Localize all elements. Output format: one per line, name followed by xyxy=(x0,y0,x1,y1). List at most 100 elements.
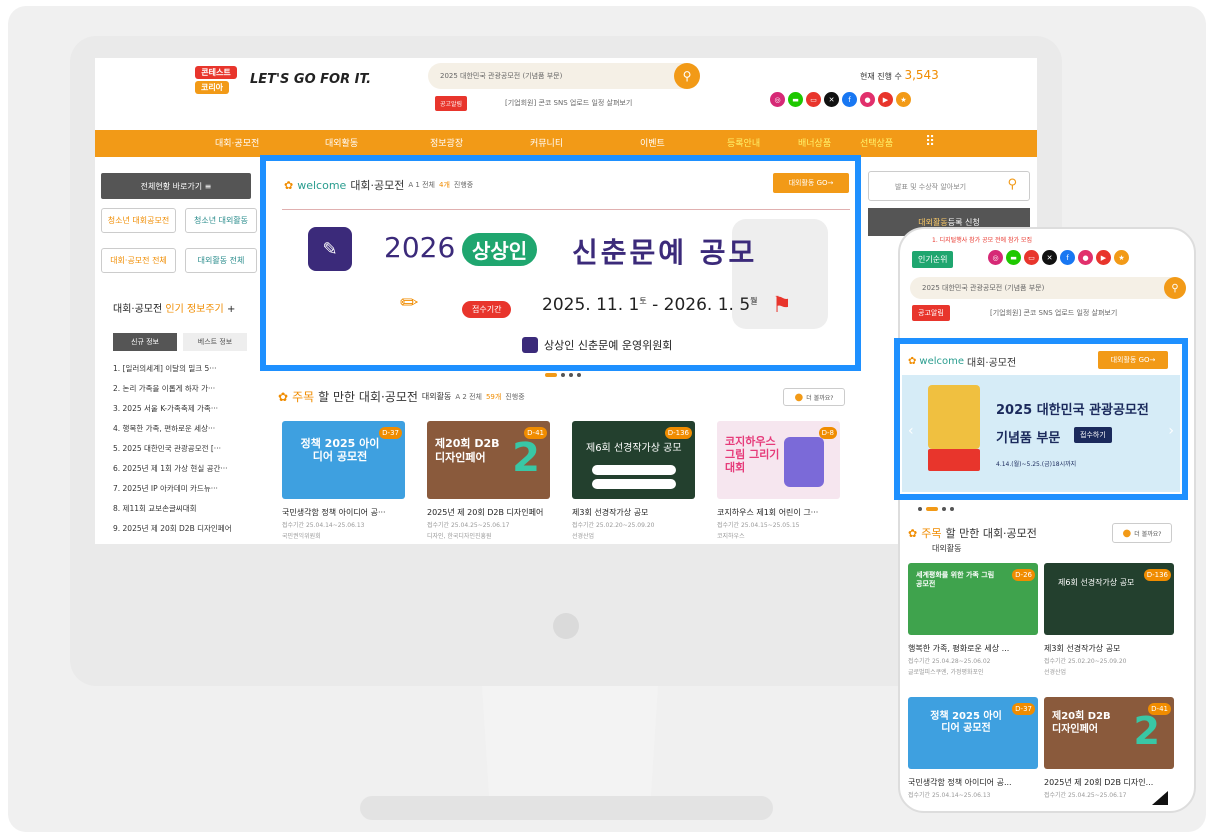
person-icon: ⚑ xyxy=(772,293,792,318)
site-logo[interactable]: 콘테스트 코리아 xyxy=(195,66,239,98)
dday-badge: D-136 xyxy=(1143,569,1171,581)
mobile-popular-badge[interactable]: 인기순위 xyxy=(912,251,954,268)
mobile-notice-badge: 공고알림 xyxy=(912,305,950,321)
souvenir-box xyxy=(928,449,980,471)
carousel-dot[interactable] xyxy=(561,373,565,377)
nav-select[interactable]: 선택상품 xyxy=(860,136,893,149)
list-item[interactable]: 6. 2025년 제 1회 가상 현실 공간··· xyxy=(113,463,253,483)
quick-youth-activity[interactable]: 청소년 대외활동 xyxy=(185,208,257,233)
mobile-featured-accent: 주목 xyxy=(921,527,942,540)
mobile-notice-link[interactable]: [기업회원] 콘코 SNS 업로드 일정 살펴보기 xyxy=(990,308,1117,318)
tab-new[interactable]: 신규 정보 xyxy=(113,333,177,351)
plus-icon[interactable]: + xyxy=(227,304,235,315)
contest-card[interactable]: 제20회 D2B 디자인페어 2 D-41 2025년 제 20회 D2B 디자… xyxy=(427,421,550,540)
quick-youth-contest[interactable]: 청소년 대회공모전 xyxy=(101,208,176,233)
notice-badge: 공고알림 xyxy=(435,96,468,111)
mobile-card[interactable]: 정책 2025 아이디어 공모전 D-37 국민생각함 정책 아이디어 공...… xyxy=(908,697,1038,799)
search-icon[interactable]: ⚲ xyxy=(674,63,700,89)
youtube-music-icon[interactable]: ▭ xyxy=(1024,250,1039,265)
contest-card[interactable]: 제6회 선경작가상 공모 D-136 제3회 선경작가상 공모 접수기간 25.… xyxy=(572,421,695,540)
nav-contest[interactable]: 대회·공모전 xyxy=(215,136,259,149)
list-item[interactable]: 8. 제11회 교보손글씨대회 xyxy=(113,503,253,523)
monitor-stand xyxy=(482,686,658,796)
next-arrow-icon[interactable]: › xyxy=(1168,423,1174,439)
welcome-word: welcome xyxy=(297,178,347,192)
more-button[interactable]: ● 더 볼까요? xyxy=(783,388,845,406)
menu-grid-icon[interactable]: ⠿ xyxy=(925,134,935,150)
logo-line2: 코리아 xyxy=(195,81,229,94)
carousel-dot[interactable] xyxy=(577,373,581,377)
instagram-icon[interactable]: ◎ xyxy=(770,92,785,107)
desktop-hero-banner: ✿ welcome 대회·공모전 A 1 전체 4개 진행중 대외활동 GO→ … xyxy=(260,155,861,371)
featured-sub: A 2 전체 xyxy=(455,392,482,401)
list-item[interactable]: 5. 2025 대한민국 관광공모전 [··· xyxy=(113,443,253,463)
app-icon[interactable]: ★ xyxy=(1114,250,1129,265)
carousel-dot[interactable] xyxy=(942,507,946,511)
x-icon[interactable]: ✕ xyxy=(1042,250,1057,265)
nav-event[interactable]: 이벤트 xyxy=(640,136,665,149)
carousel-dot[interactable] xyxy=(918,507,922,511)
chrome-icon[interactable]: ● xyxy=(860,92,875,107)
quick-all-activity[interactable]: 대외활동 전체 xyxy=(185,248,257,273)
mobile-card[interactable]: 제6회 선경작가상 공모 D-136 제3회 선경작가상 공모 접수기간 25.… xyxy=(1044,563,1174,676)
carousel-dot-active[interactable] xyxy=(545,373,557,377)
talk-icon[interactable]: ▬ xyxy=(1006,250,1021,265)
list-item[interactable]: 7. 2025년 IP 아카데미 카드뉴··· xyxy=(113,483,253,503)
list-item[interactable]: 1. [일러의세계] 이달의 밀크 5··· xyxy=(113,363,253,383)
list-item[interactable]: 9. 2025년 제 20회 D2B 디자인페어 xyxy=(113,523,253,543)
quick-all-contest[interactable]: 대회·공모전 전체 xyxy=(101,248,176,273)
carousel-dot-active[interactable] xyxy=(926,507,938,511)
mobile-card[interactable]: 제20회 D2B 디자인페어 2 D-41 2025년 제 20회 D2B 디자… xyxy=(1044,697,1174,799)
mobile-search-bar[interactable]: 2025 대한민국 관광공모전 (기념품 부문) ⚲ xyxy=(910,277,1186,299)
nav-community[interactable]: 커뮤니티 xyxy=(530,136,563,149)
activity-go-button[interactable]: 대외활동 GO→ xyxy=(773,173,849,193)
list-item[interactable]: 3. 2025 서울 K-가족축제 가족··· xyxy=(113,403,253,423)
hero-period: 2025. 11. 1토 - 2026. 1. 5월 xyxy=(542,295,758,315)
shortcut-button[interactable]: 전체현황 바로가기 ≡ xyxy=(101,173,251,199)
more-button-label: 더 볼까요? xyxy=(806,394,834,402)
card-image: 제6회 선경작가상 공모 D-136 xyxy=(572,421,695,499)
nav-activity[interactable]: 대외활동 xyxy=(325,136,358,149)
search-icon[interactable]: ⚲ xyxy=(1164,277,1186,299)
search-input[interactable]: 2025 대한민국 관광공모전 (기념품 부문) xyxy=(440,71,562,81)
carousel-dot[interactable] xyxy=(569,373,573,377)
card-title: 행복한 가족, 평화로운 세상 ... xyxy=(908,644,1010,653)
search-icon[interactable]: ⚲ xyxy=(1007,177,1017,192)
list-item[interactable]: 4. 행복한 가족, 편하로운 세상··· xyxy=(113,423,253,443)
tab-best[interactable]: 베스트 정보 xyxy=(183,333,247,351)
chrome-icon[interactable]: ● xyxy=(1078,250,1093,265)
contest-card[interactable]: 코지하우스 그림 그리기 대회 D-8 코지하우스 제1회 어린이 그··· 접… xyxy=(717,421,840,540)
hero-slide[interactable]: ✎ 2026 상상인 신춘문예 공모 ✏ 접수기간 2025. 11. 1토 -… xyxy=(282,213,850,363)
mobile-go-button[interactable]: 대외활동 GO→ xyxy=(1098,351,1168,369)
logo-line1: 콘테스트 xyxy=(195,66,237,79)
award-search-input[interactable]: 발표 및 수상작 알아보기 xyxy=(895,182,966,192)
instagram-icon[interactable]: ◎ xyxy=(988,250,1003,265)
facebook-icon[interactable]: f xyxy=(842,92,857,107)
card-image-text: 제20회 D2B 디자인페어 xyxy=(1052,711,1111,735)
facebook-icon[interactable]: f xyxy=(1060,250,1075,265)
youtube-icon[interactable]: ▶ xyxy=(1096,250,1111,265)
nav-banner[interactable]: 배너상품 xyxy=(798,136,831,149)
card-image-deco: 2 xyxy=(512,435,540,481)
mobile-more-button[interactable]: ● 더 볼까요? xyxy=(1112,523,1172,543)
award-search[interactable]: 발표 및 수상작 알아보기 ⚲ xyxy=(868,171,1030,201)
talk-icon[interactable]: ▬ xyxy=(788,92,803,107)
list-item[interactable]: 2. 논리 가족을 이롭게 하자 가··· xyxy=(113,383,253,403)
notice-link[interactable]: [기업회원] 콘코 SNS 업로드 일정 살펴보기 xyxy=(505,98,632,108)
mobile-hero-slide[interactable]: 2025 대한민국 관광공모전 기념품 부문 접수하기 4.14.(월)~5.2… xyxy=(902,375,1180,492)
period-dow-end: 월 xyxy=(750,296,758,306)
mobile-card[interactable]: 세계평화를 위한 가족 그림 공모전 D-26 행복한 가족, 평화로운 세상 … xyxy=(908,563,1038,676)
nav-register-guide[interactable]: 등록안내 xyxy=(727,136,760,149)
mobile-featured-header: ✿ 주목 할 만한 대회·공모전 xyxy=(908,525,1037,541)
mobile-search-input[interactable]: 2025 대한민국 관광공모전 (기념품 부문) xyxy=(922,283,1044,293)
contest-card[interactable]: 정책 2025 아이디어 공모전 D-37 국민생각함 정책 아이디어 공···… xyxy=(282,421,405,540)
app-icon[interactable]: ★ xyxy=(896,92,911,107)
youtube-music-icon[interactable]: ▭ xyxy=(806,92,821,107)
mobile-banner-button[interactable]: 접수하기 xyxy=(1074,427,1112,443)
nav-info[interactable]: 정보광장 xyxy=(430,136,463,149)
search-bar[interactable]: 2025 대한민국 관광공모전 (기념품 부문) ⚲ xyxy=(428,63,700,89)
carousel-dot[interactable] xyxy=(950,507,954,511)
youtube-icon[interactable]: ▶ xyxy=(878,92,893,107)
prev-arrow-icon[interactable]: ‹ xyxy=(908,423,914,439)
x-icon[interactable]: ✕ xyxy=(824,92,839,107)
